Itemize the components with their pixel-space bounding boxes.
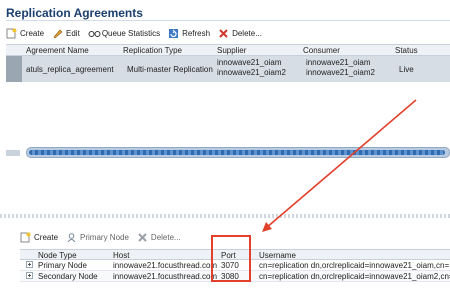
primary-node-button[interactable]: Primary Node: [66, 232, 129, 243]
consumer-2: innowave21_oiam2: [306, 68, 375, 77]
create-icon: [20, 232, 31, 243]
col-host[interactable]: Host: [113, 251, 129, 260]
nodes-toolbar: Create Primary Node Delete...: [20, 232, 181, 243]
supplier-1: innowave21_oiam: [217, 58, 282, 67]
col-supplier[interactable]: Supplier: [217, 46, 246, 55]
delete-button[interactable]: Delete...: [218, 28, 262, 39]
page-title: Replication Agreements: [6, 6, 143, 20]
node-create-label: Create: [34, 233, 59, 242]
consumer-cell: innowave21_oiam innowave21_oiam2: [306, 58, 375, 78]
col-status[interactable]: Status: [395, 46, 418, 55]
glasses-icon: [88, 28, 101, 39]
agreement-name: atuls_replica_agreement: [26, 65, 114, 74]
node-delete-label: Delete...: [150, 233, 181, 242]
create-icon: [6, 28, 17, 39]
scrollbar-left-cap: [6, 150, 20, 156]
edit-button[interactable]: Edit: [52, 28, 80, 39]
col-agreement-name[interactable]: Agreement Name: [26, 46, 89, 55]
col-username[interactable]: Username: [259, 251, 296, 260]
replication-type: Multi-master Replication: [127, 65, 213, 74]
create-label: Create: [20, 29, 45, 38]
delete-label: Delete...: [232, 29, 262, 38]
node-host: innowave21.focusthread.com: [113, 272, 218, 281]
horizontal-scrollbar[interactable]: [26, 147, 450, 158]
queue-statistics-label: Queue Statistics: [101, 29, 161, 38]
delete-icon: [137, 232, 148, 243]
primary-node-label: Primary Node: [80, 233, 129, 242]
row-selector[interactable]: [6, 56, 22, 82]
create-button[interactable]: Create: [6, 28, 44, 39]
expand-icon[interactable]: [26, 261, 33, 268]
supplier-cell: innowave21_oiam innowave21_oiam2: [217, 58, 286, 78]
expand-icon[interactable]: [26, 272, 33, 279]
edit-label: Edit: [66, 29, 80, 38]
agreements-table-header: Agreement Name Replication Type Supplier…: [6, 44, 450, 56]
scrollbar-thumb[interactable]: [29, 150, 445, 155]
supplier-2: innowave21_oiam2: [217, 68, 286, 77]
table-row[interactable]: atuls_replica_agreement Multi-master Rep…: [6, 56, 450, 82]
node-delete-button[interactable]: Delete...: [137, 232, 181, 243]
node-username: cn=replication dn,orclreplicaid=innowave…: [259, 272, 450, 281]
node-host: innowave21.focusthread.com: [113, 261, 218, 270]
status-cell: Live: [399, 65, 414, 74]
col-consumer[interactable]: Consumer: [303, 46, 340, 55]
agreements-panel: [6, 20, 450, 158]
node-type: Primary Node: [38, 261, 87, 270]
node-icon: [66, 232, 77, 243]
consumer-1: innowave21_oiam: [306, 58, 371, 67]
queue-statistics-button[interactable]: Queue Statistics: [88, 28, 160, 39]
refresh-icon: [168, 28, 179, 39]
refresh-label: Refresh: [182, 29, 211, 38]
col-node-type[interactable]: Node Type: [38, 251, 77, 260]
panel-splitter[interactable]: [0, 214, 450, 218]
node-create-button[interactable]: Create: [20, 232, 58, 243]
refresh-button[interactable]: Refresh: [168, 28, 210, 39]
delete-icon: [218, 28, 229, 39]
agreements-toolbar: Create Edit Queue Statistics Refresh Del…: [6, 28, 262, 39]
node-username: cn=replication dn,orclreplicaid=innowave…: [259, 261, 450, 270]
node-type: Secondary Node: [38, 272, 98, 281]
port-highlight-box: [211, 235, 251, 282]
pencil-icon: [52, 28, 63, 39]
col-replication-type[interactable]: Replication Type: [123, 46, 182, 55]
